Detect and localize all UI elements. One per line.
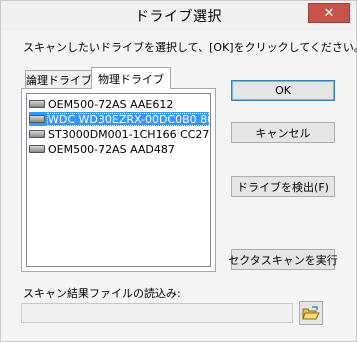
detect-drives-button[interactable]: ドライブを検出(F)	[231, 176, 335, 197]
scan-file-path-field[interactable]	[21, 303, 293, 323]
cancel-button[interactable]: キャンセル	[231, 122, 335, 143]
hard-drive-icon	[29, 145, 45, 153]
scan-file-label: スキャン結果ファイルの読込み:	[23, 287, 181, 300]
window-title: ドライブ選択	[135, 9, 222, 25]
title-bar[interactable]: ドライブ選択 ✕	[1, 1, 356, 31]
hard-drive-icon	[29, 115, 45, 123]
list-item[interactable]: ST3000DM001-1CH166 CC27	[29, 127, 209, 141]
hard-drive-icon	[29, 100, 45, 108]
drive-label: WDC WD30EZRX-00DC0B0 80.	[47, 112, 209, 126]
list-item[interactable]: WDC WD30EZRX-00DC0B0 80.	[29, 112, 209, 126]
list-item[interactable]: OEM500-72AS AAE612	[29, 97, 209, 111]
drive-label: ST3000DM001-1CH166 CC27	[48, 127, 209, 141]
drive-select-dialog: ドライブ選択 ✕ スキャンしたいドライブを選択して、[OK]をクリックしてくださ…	[0, 0, 357, 342]
sector-scan-button[interactable]: セクタスキャンを実行	[228, 249, 338, 270]
drive-label: OEM500-72AS AAD487	[48, 142, 175, 156]
ok-button[interactable]: OK	[231, 80, 335, 101]
close-icon: ✕	[323, 5, 335, 21]
hard-drive-icon	[29, 130, 45, 138]
instruction-text: スキャンしたいドライブを選択して、[OK]をクリックしてください。	[23, 41, 357, 54]
browse-folder-button[interactable]	[299, 301, 323, 325]
close-button[interactable]: ✕	[308, 3, 350, 23]
tab-logical-drive[interactable]: 論理ドライブ	[25, 70, 93, 89]
drive-list[interactable]: OEM500-72AS AAE612 WDC WD30EZRX-00DC0B0 …	[26, 93, 211, 267]
open-folder-icon	[302, 305, 320, 319]
tab-physical-drive[interactable]: 物理ドライブ	[91, 67, 171, 89]
list-item[interactable]: OEM500-72AS AAD487	[29, 142, 209, 156]
tab-panel: OEM500-72AS AAE612 WDC WD30EZRX-00DC0B0 …	[21, 88, 216, 272]
drive-label: OEM500-72AS AAE612	[48, 97, 174, 111]
